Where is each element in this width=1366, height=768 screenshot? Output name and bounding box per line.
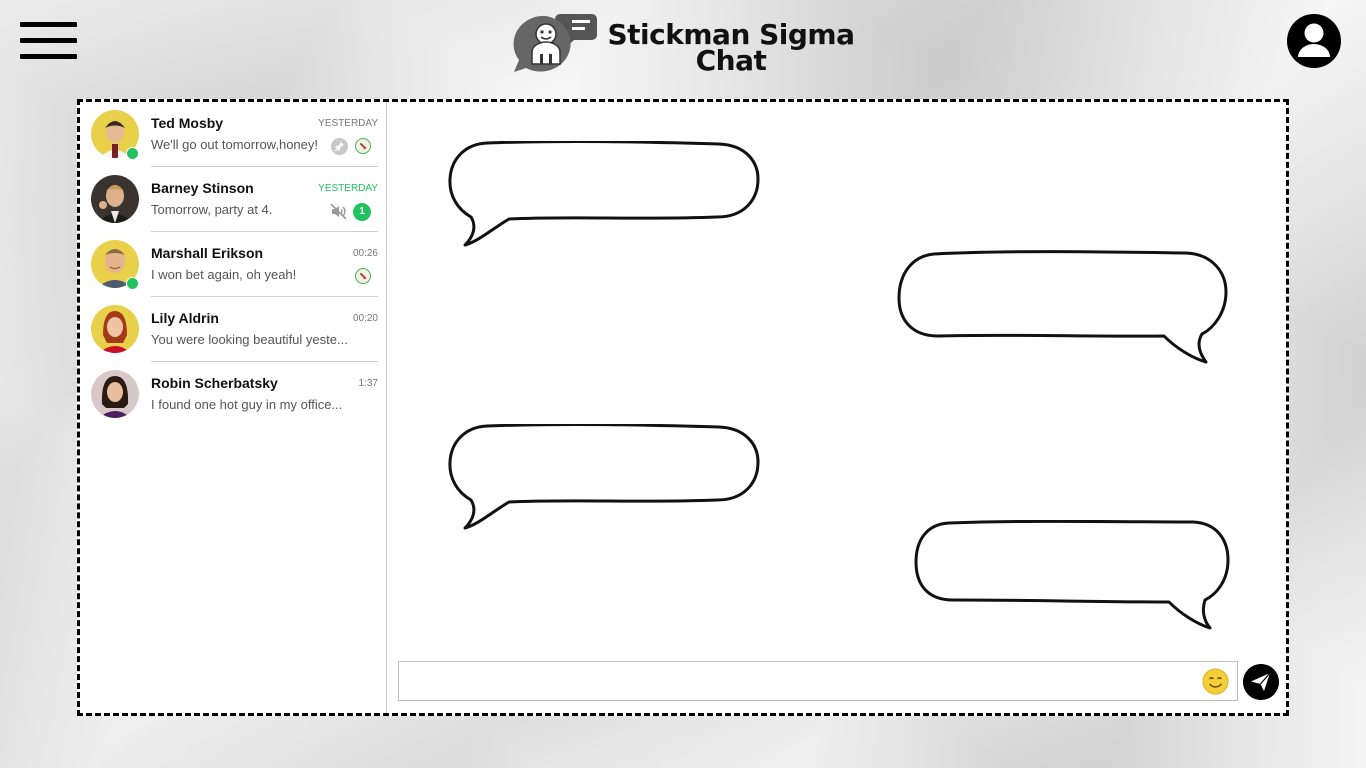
app-title: Stickman Sigma Chat	[603, 21, 859, 77]
unread-count-badge: 1	[353, 203, 371, 221]
hamburger-menu-icon[interactable]	[20, 22, 77, 60]
last-message: We'll go out tomorrow,honey!	[151, 137, 318, 152]
online-status-dot	[126, 277, 139, 290]
sticker-badge-icon	[355, 268, 371, 284]
message-time: 1:37	[358, 378, 378, 389]
avatar	[91, 305, 139, 353]
user-profile-icon[interactable]	[1287, 14, 1341, 68]
last-message: Tomorrow, party at 4.	[151, 202, 273, 217]
paper-plane-send-icon[interactable]	[1243, 664, 1279, 700]
last-message: I won bet again, oh yeah!	[151, 267, 297, 282]
last-message: I found one hot guy in my office...	[151, 397, 343, 412]
message-input[interactable]	[398, 661, 1238, 701]
app-logo: Stickman Sigma Chat	[510, 10, 860, 76]
incoming-message-bubble	[448, 424, 760, 530]
chat-bubble-logo-icon	[513, 14, 597, 72]
conversation-item-barney-stinson[interactable]: Barney Stinson YESTERDAY Tomorrow, party…	[80, 167, 386, 232]
incoming-message-bubble	[448, 141, 760, 247]
pin-icon	[331, 138, 348, 155]
conversation-item-ted-mosby[interactable]: Ted Mosby YESTERDAY We'll go out tomorro…	[80, 102, 386, 167]
sticker-badge-icon	[355, 138, 371, 154]
contact-name: Marshall Erikson	[151, 245, 264, 261]
message-time: YESTERDAY	[318, 118, 378, 129]
conversation-list: Ted Mosby YESTERDAY We'll go out tomorro…	[80, 102, 387, 713]
online-status-dot	[126, 147, 139, 160]
outgoing-message-bubble	[914, 520, 1230, 630]
message-time: YESTERDAY	[318, 183, 378, 194]
avatar	[91, 370, 139, 418]
contact-name: Barney Stinson	[151, 180, 254, 196]
contact-name: Ted Mosby	[151, 115, 224, 131]
smiley-emoji-icon[interactable]	[1202, 668, 1229, 695]
conversation-item-robin-scherbatsky[interactable]: Robin Scherbatsky 1:37 I found one hot g…	[80, 362, 386, 427]
outgoing-message-bubble	[897, 250, 1228, 364]
message-time: 00:20	[352, 313, 378, 324]
contact-name: Robin Scherbatsky	[151, 375, 278, 391]
contact-name: Lily Aldrin	[151, 310, 219, 326]
conversation-item-lily-aldrin[interactable]: Lily Aldrin 00:20 You were looking beaut…	[80, 297, 386, 362]
mute-icon	[330, 203, 347, 220]
conversation-item-marshall-erikson[interactable]: Marshall Erikson 00:26 I won bet again, …	[80, 232, 386, 297]
app-title-line2: Chat	[695, 44, 767, 77]
chat-window: Ted Mosby YESTERDAY We'll go out tomorro…	[77, 99, 1289, 716]
last-message: You were looking beautiful yeste...	[151, 332, 348, 347]
avatar	[91, 175, 139, 223]
message-time: 00:26	[352, 248, 378, 259]
